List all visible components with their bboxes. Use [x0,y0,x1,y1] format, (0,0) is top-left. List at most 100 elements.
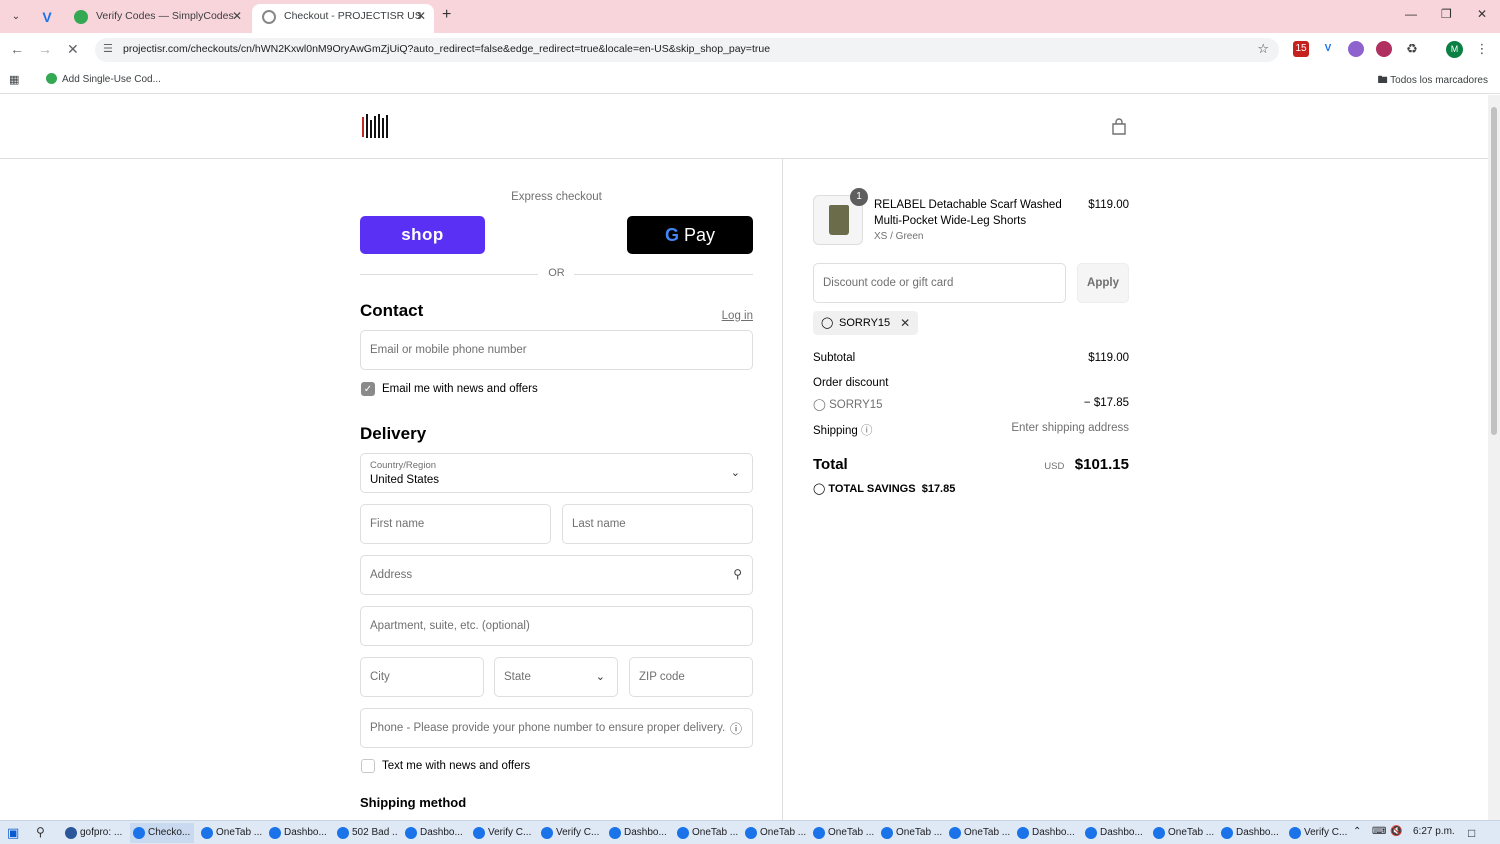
bookmark-item[interactable]: Add Single-Use Cod... [46,73,161,85]
taskbar-app-icon [1153,827,1165,839]
close-window-icon[interactable]: ✕ [1477,7,1487,21]
bookmarks-bar: ▦ Add Single-Use Cod... 🖿 Todos los marc… [0,66,1500,94]
volume-icon[interactable]: 🔇 [1390,826,1402,837]
taskbar-item[interactable]: OneTab ... [198,823,262,843]
state-select[interactable]: State ⌄ [494,657,618,697]
chevron-down-icon: ⌄ [595,671,605,683]
network-icon[interactable]: ⌨ [1372,826,1386,837]
last-name-field[interactable]: Last name [562,504,753,544]
email-news-checkbox[interactable]: ✓ [361,382,375,396]
apartment-field[interactable]: Apartment, suite, etc. (optional) [360,606,753,646]
extension-purple-icon[interactable] [1348,41,1364,57]
address-bar[interactable]: ☰ projectisr.com/checkouts/cn/hWN2Kxwl0n… [95,38,1279,62]
bookmark-star-icon[interactable]: ☆ [1257,41,1269,57]
taskbar-item-label: 502 Bad ... [352,827,398,838]
search-icon[interactable]: ⚲ [36,825,45,839]
taskbar-item[interactable]: Verify C... [1286,823,1350,843]
shopping-bag-icon[interactable] [1110,118,1128,136]
taskbar-item-label: Dashbo... [1236,827,1279,838]
taskbar-item[interactable]: OneTab ... [674,823,738,843]
apps-grid-icon[interactable]: ▦ [9,73,19,86]
close-tab-icon[interactable]: ✕ [416,4,426,29]
remove-code-icon[interactable]: ✕ [900,311,910,335]
page-scrollbar[interactable] [1488,95,1500,820]
taskbar-item[interactable]: Dashbo... [606,823,670,843]
restore-icon[interactable]: ❐ [1441,7,1452,21]
quantity-badge: 1 [850,188,868,206]
zip-field[interactable]: ZIP code [629,657,753,697]
clock-time[interactable]: 6:27 p.m. [1413,826,1455,837]
taskbar-item[interactable]: Checko... [130,823,194,843]
taskbar-app-icon [1221,827,1233,839]
discount-code-field[interactable]: Discount code or gift card [813,263,1066,303]
shop-pay-button[interactable]: shop [360,216,485,254]
minimize-icon[interactable]: — [1405,7,1417,21]
city-field[interactable]: City [360,657,484,697]
taskbar-item[interactable]: Dashbo... [1082,823,1146,843]
url-text[interactable]: projectisr.com/checkouts/cn/hWN2Kxwl0nM9… [123,43,770,55]
address-field[interactable]: Address ⚲ [360,555,753,595]
help-circle-icon[interactable]: ⓘ [861,425,873,437]
tab-search-chevron-icon[interactable]: ⌄ [6,7,26,27]
taskbar-item-label: Dashbo... [624,827,667,838]
scrollbar-thumb[interactable] [1491,107,1497,435]
taskbar-item[interactable]: gofpro: ... [62,823,126,843]
back-arrow-icon[interactable]: ← [10,41,24,57]
taskbar-item-label: OneTab ... [760,827,806,838]
taskbar-item[interactable]: 502 Bad ... [334,823,398,843]
taskbar-item-label: OneTab ... [1168,827,1214,838]
windows-start-icon[interactable]: ▣ [7,825,19,841]
profile-avatar[interactable]: M [1446,41,1463,58]
all-bookmarks-folder[interactable]: 🖿 Todos los marcadores [1378,73,1488,90]
taskbar-app-icon [1289,827,1301,839]
extension-red-icon[interactable] [1376,41,1392,57]
taskbar-item[interactable]: OneTab ... [1150,823,1214,843]
menu-kebab-icon[interactable]: ⋮ [1474,41,1490,57]
browser-tab-bar: ⌄ V Verify Codes — SimplyCodes ✕ Checkou… [0,0,1500,33]
forward-arrow-icon[interactable]: → [38,41,52,57]
tag-icon: ◯ [813,399,830,411]
taskbar-item[interactable]: Dashbo... [1218,823,1282,843]
taskbar-item[interactable]: OneTab ... [810,823,874,843]
notifications-icon[interactable]: □ [1468,826,1475,840]
close-tab-icon[interactable]: ✕ [232,4,242,29]
taskbar-item-label: Dashbo... [284,827,327,838]
projectisr-logo[interactable] [361,112,391,142]
apply-button[interactable]: Apply [1077,263,1129,303]
taskbar-item[interactable]: OneTab ... [946,823,1010,843]
taskbar-item-label: Checko... [148,827,191,838]
email-news-label: Email me with news and offers [382,383,538,395]
shipping-method-heading: Shipping method [360,795,467,810]
pinned-tab-simplycodes-icon[interactable]: V [36,6,58,28]
windows-taskbar: ▣ ⚲ gofpro: ... Checko... OneTab ... Dashbo… [0,820,1500,844]
first-name-field[interactable]: First name [360,504,551,544]
site-info-icon[interactable]: ☰ [103,42,113,55]
extensions-puzzle-icon[interactable]: ♻ [1404,41,1420,57]
tab-verify-codes[interactable]: Verify Codes — SimplyCodes ✕ [64,4,250,33]
taskbar-item[interactable]: Verify C... [538,823,602,843]
taskbar-item[interactable]: OneTab ... [878,823,942,843]
taskbar-item[interactable]: Verify C... [470,823,534,843]
google-g-icon: G [664,225,679,245]
help-circle-icon[interactable]: ⓘ [730,720,742,737]
text-news-checkbox[interactable] [361,759,375,773]
simplycodes-extension-icon[interactable]: V [1320,41,1336,57]
taskbar-item[interactable]: Dashbo... [1014,823,1078,843]
email-field[interactable]: Email or mobile phone number [360,330,753,370]
stop-loading-icon[interactable]: ✕ [67,41,79,58]
taskbar-item[interactable]: OneTab ... [742,823,806,843]
phone-field[interactable]: Phone - Please provide your phone number… [360,708,753,748]
country-select[interactable]: Country/Region United States ⌄ [360,453,753,493]
extension-badge-icon[interactable]: 15 [1293,41,1309,57]
tab-checkout[interactable]: Checkout - PROJECTISR US ✕ [252,4,434,33]
new-tab-plus-icon[interactable]: + [442,6,451,24]
site-header [0,95,1488,159]
tag-icon: ◯ [813,483,829,495]
google-pay-button[interactable]: G Pay [627,216,753,254]
tray-chevron-icon[interactable]: ⌃ [1353,826,1361,837]
taskbar-item[interactable]: Dashbo... [402,823,466,843]
taskbar-item[interactable]: Dashbo... [266,823,330,843]
login-link[interactable]: Log in [722,310,753,322]
taskbar-item-label: Dashbo... [420,827,463,838]
product-price: $119.00 [1088,199,1129,211]
